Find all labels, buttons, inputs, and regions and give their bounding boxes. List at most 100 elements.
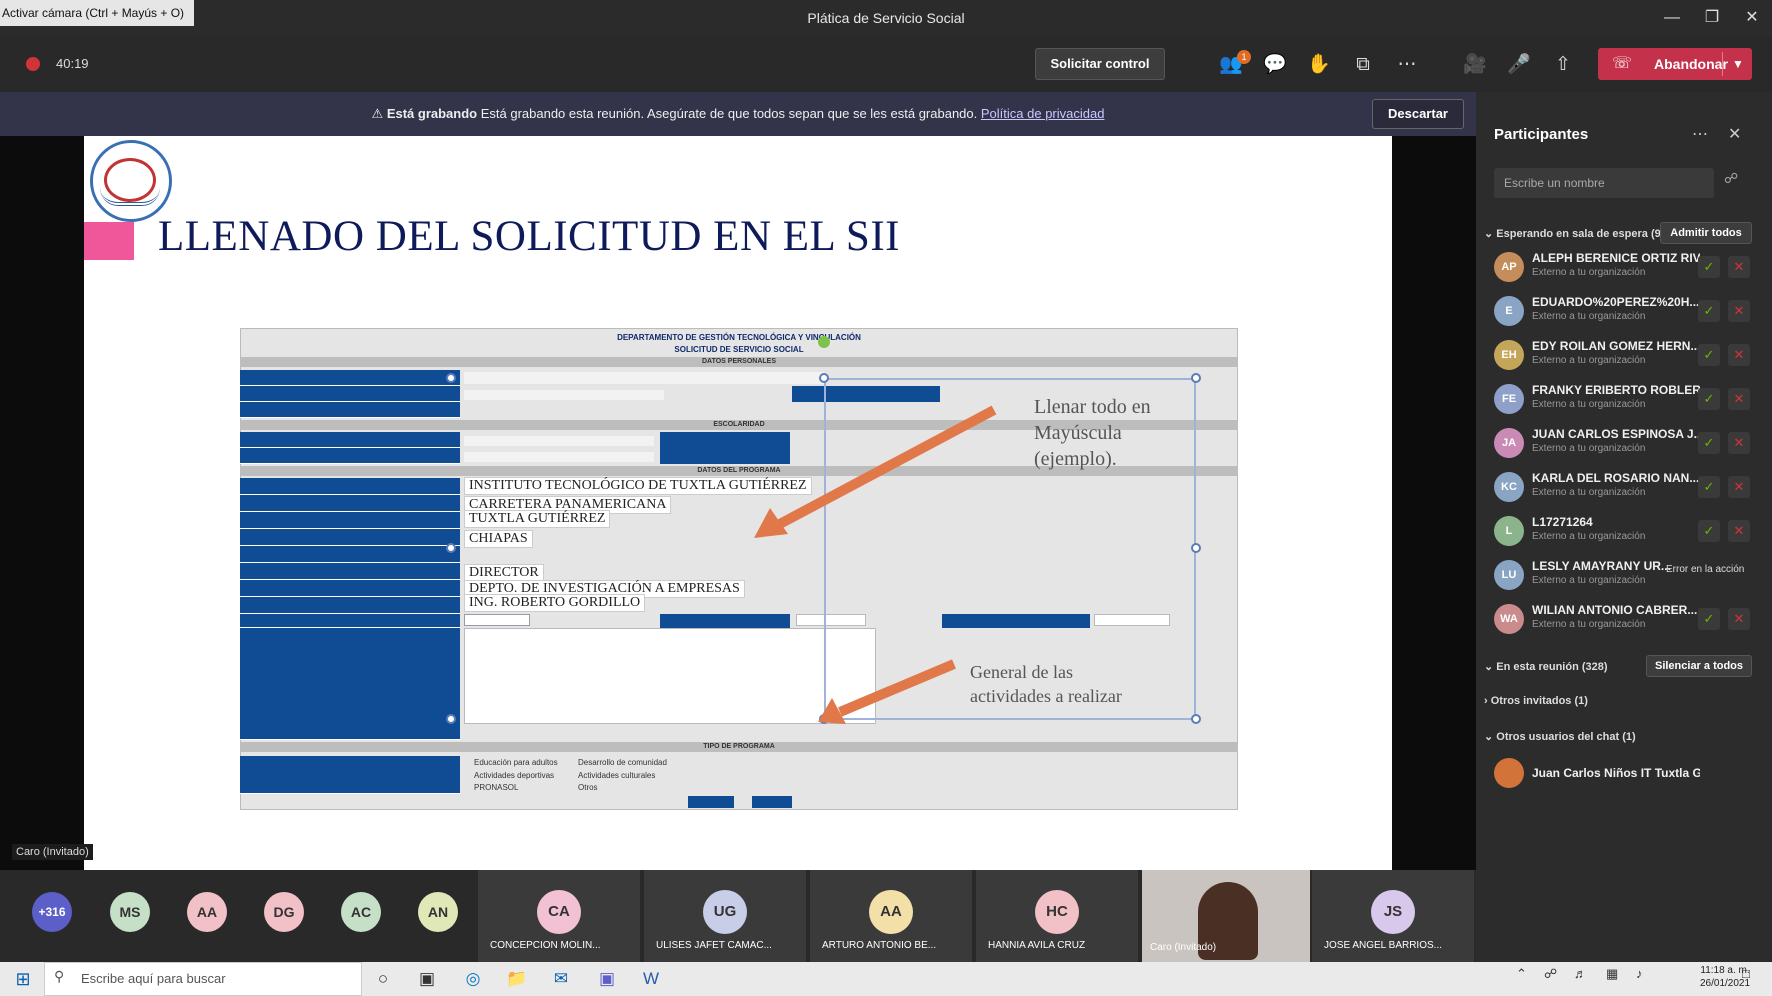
cortana-icon[interactable]: ○ [366,964,400,994]
gallery-panel-area [1476,870,1772,962]
waiting-participant-name[interactable]: ALEPH BERENICE ORTIZ RIV... [1532,251,1700,265]
resize-handle [1191,543,1201,553]
other-invited-header[interactable]: › Otros invitados (1) [1484,695,1588,707]
admit-check-icon[interactable]: ✓ [1698,256,1720,278]
mail-icon[interactable]: ✉ [544,964,578,994]
participant-avatar[interactable]: DG [264,892,304,932]
participant-avatar: UG [703,890,747,934]
form-label [240,546,460,563]
in-meeting-header[interactable]: ⌄ En esta reunión (328) [1484,660,1608,673]
recording-icon [26,57,40,71]
deny-x-icon[interactable]: ✕ [1728,608,1750,630]
admit-check-icon[interactable]: ✓ [1698,520,1720,542]
word-icon[interactable]: W [634,964,668,994]
close-window-button[interactable]: ✕ [1732,0,1772,36]
form-label [240,563,460,580]
chevron-up-icon[interactable]: ⌃ [1516,966,1527,982]
waiting-participant-name[interactable]: FRANKY ERIBERTO ROBLER... [1532,383,1700,397]
deny-x-icon[interactable]: ✕ [1728,432,1750,454]
annotation-line: Llenar todo en [1034,396,1151,418]
search-icon: ⚲ [54,968,65,984]
participant-tile-name: JOSE ANGEL BARRIOS... [1324,940,1442,951]
avatar: KC [1494,472,1524,502]
more-options-icon[interactable]: ⋯ [1692,124,1708,144]
form-field [464,372,824,384]
taskbar-search-input[interactable]: Escribe aquí para buscar [44,962,362,996]
microphone-icon[interactable]: 🎤 [1502,48,1536,82]
external-note: Externo a tu organización [1532,399,1646,410]
external-note: Externo a tu organización [1532,311,1646,322]
deny-x-icon[interactable]: ✕ [1728,388,1750,410]
privacy-link[interactable]: Política de privacidad [981,106,1105,121]
waiting-participant-name[interactable]: L17271264 [1532,515,1700,529]
windows-start-icon[interactable]: ⊞ [10,966,36,992]
waiting-participant-name[interactable]: WILIAN ANTONIO CABRER... [1532,603,1700,617]
form-label [240,512,460,529]
waiting-lobby-header[interactable]: ⌄ Esperando en sala de espera (9) [1484,227,1664,240]
waiting-participant-name[interactable]: KARLA DEL ROSARIO NAN... [1532,471,1700,485]
other-chat-header[interactable]: ⌄ Otros usuarios del chat (1) [1484,730,1636,743]
waiting-participant-name[interactable]: EDUARDO%20PEREZ%20H... [1532,295,1700,309]
avatar: LU [1494,560,1524,590]
language-icon[interactable]: ▦ [1606,966,1618,982]
admit-check-icon[interactable]: ✓ [1698,388,1720,410]
participant-avatar[interactable]: AN [418,892,458,932]
logo-waves [100,188,160,206]
avatar: L [1494,516,1524,546]
deny-x-icon[interactable]: ✕ [1728,344,1750,366]
notifications-icon[interactable]: □ [1742,966,1750,981]
external-note: Externo a tu organización [1532,267,1646,278]
admit-check-icon[interactable]: ✓ [1698,344,1720,366]
edge-icon[interactable]: ◎ [456,964,490,994]
admit-all-button[interactable]: Admitir todos [1660,222,1752,244]
overflow-participants[interactable]: +316 [32,892,72,932]
form-value-responsible: ING. ROBERTO GORDILLO [464,594,646,612]
chat-user-name[interactable]: Juan Carlos Niños IT Tuxtla Gtz [1532,766,1700,780]
close-panel-icon[interactable]: ✕ [1728,124,1741,144]
raise-hand-icon[interactable]: ✋ [1302,48,1336,82]
admit-check-icon[interactable]: ✓ [1698,300,1720,322]
participant-tile-name: ARTURO ANTONIO BE... [822,940,937,951]
deny-x-icon[interactable]: ✕ [1728,256,1750,278]
participant-avatar[interactable]: MS [110,892,150,932]
chat-icon[interactable]: 💬 [1258,48,1292,82]
form-type-option: Educación para adultos [474,758,558,767]
speaker-icon[interactable]: ♪ [1636,966,1643,981]
action-error-label: Error en la acción [1666,564,1745,575]
camera-icon[interactable]: 🎥 [1458,48,1492,82]
file-explorer-icon[interactable]: 📁 [500,964,534,994]
participant-avatar[interactable]: AC [341,892,381,932]
request-control-button[interactable]: Solicitar control [1035,48,1165,80]
participant-avatar: HC [1035,890,1079,934]
minimize-button[interactable]: — [1652,0,1692,36]
chevron-down-icon[interactable]: ▼ [1726,48,1750,80]
mute-all-button[interactable]: Silenciar a todos [1646,655,1752,677]
share-screen-icon[interactable]: ⇧ [1546,48,1580,82]
form-select [464,614,530,626]
task-view-icon[interactable]: ▣ [410,964,444,994]
volume-icon[interactable]: ♬ [1574,966,1587,981]
waiting-participant-name[interactable]: JUAN CARLOS ESPINOSA J... [1532,427,1700,441]
participant-search-input[interactable]: Escribe un nombre [1494,168,1714,198]
external-note: Externo a tu organización [1532,487,1646,498]
rotate-handle [818,336,830,348]
deny-x-icon[interactable]: ✕ [1728,476,1750,498]
waiting-participant-name[interactable]: EDY ROILAN GOMEZ HERN... [1532,339,1700,353]
deny-x-icon[interactable]: ✕ [1728,520,1750,542]
admit-check-icon[interactable]: ✓ [1698,476,1720,498]
discard-button[interactable]: Descartar [1372,99,1464,129]
maximize-button[interactable]: ❐ [1692,0,1732,36]
teams-icon[interactable]: ▣ [590,964,624,994]
share-invite-icon[interactable]: ☍ [1724,170,1738,187]
rooms-icon[interactable]: ⧉ [1346,48,1380,82]
form-field [464,390,664,400]
network-icon[interactable]: ☍ [1544,966,1557,982]
warning-icon: ⚠ [371,106,387,121]
participant-avatar[interactable]: AA [187,892,227,932]
more-actions-icon[interactable]: ⋯ [1390,48,1424,82]
deny-x-icon[interactable]: ✕ [1728,300,1750,322]
leave-divider [1722,52,1723,76]
resize-handle [1191,373,1201,383]
admit-check-icon[interactable]: ✓ [1698,432,1720,454]
admit-check-icon[interactable]: ✓ [1698,608,1720,630]
